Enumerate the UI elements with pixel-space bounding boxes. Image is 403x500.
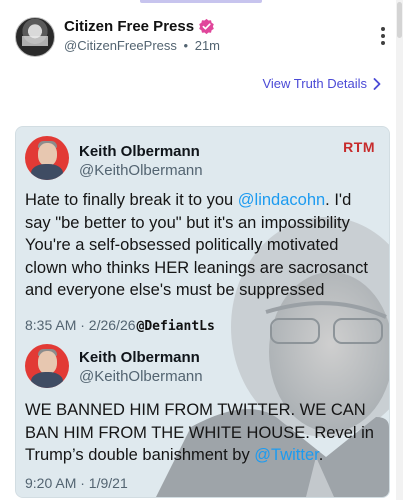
tweet-text: WE BANNED HIM FROM TWITTER. WE CAN BAN H… <box>25 399 381 467</box>
tab-indicator <box>140 0 262 3</box>
author-name-row: Citizen Free Press <box>64 18 215 35</box>
view-truth-details-label: View Truth Details <box>262 76 367 91</box>
author-name[interactable]: Citizen Free Press <box>64 18 194 35</box>
view-truth-details-link[interactable]: View Truth Details <box>262 76 381 91</box>
tweet-text-end: . <box>318 446 324 465</box>
author-avatar[interactable] <box>15 17 55 57</box>
tweet-mention[interactable]: @lindacohn <box>238 191 325 209</box>
author-handle[interactable]: @CitizenFreePress <box>64 38 177 53</box>
tweet-author-name: Keith Olbermann <box>79 349 200 366</box>
tweet-time-value: 8:35 AM · 2/26/26 <box>25 317 136 333</box>
post-meta: @CitizenFreePress • 21m <box>64 38 220 53</box>
more-options-icon[interactable] <box>380 27 386 47</box>
scrollbar-thumb[interactable] <box>397 2 402 38</box>
tweet-author-handle: @KeithOlbermann <box>79 162 203 179</box>
tweet-text: Hate to finally break it to you @lindaco… <box>25 189 381 302</box>
rtm-badge: RTM <box>343 139 375 155</box>
watermark-defiantls: @DefiantLs <box>136 319 215 334</box>
post-header: Citizen Free Press @CitizenFreePress • 2… <box>15 15 389 59</box>
tweet-text-start: Hate to finally break it to you <box>25 191 238 209</box>
embedded-image-card[interactable]: Keith Olbermann @KeithOlbermann RTM Hate… <box>15 126 390 498</box>
tweet-avatar[interactable] <box>25 344 69 388</box>
tweet-author-handle: @KeithOlbermann <box>79 368 203 385</box>
post-time[interactable]: 21m <box>195 38 220 53</box>
tweet-avatar[interactable] <box>25 136 69 180</box>
meta-separator: • <box>183 38 189 53</box>
tweet-timestamp: 8:35 AM · 2/26/26@DefiantLs <box>25 317 215 334</box>
verified-badge-icon <box>199 18 214 35</box>
tweet-author-name: Keith Olbermann <box>79 143 200 160</box>
chevron-right-icon <box>373 77 381 90</box>
scrollbar[interactable] <box>396 0 403 500</box>
tweet-timestamp: 9:20 AM · 1/9/21 <box>25 475 128 491</box>
tweet-mention[interactable]: @Twitter <box>254 446 318 464</box>
